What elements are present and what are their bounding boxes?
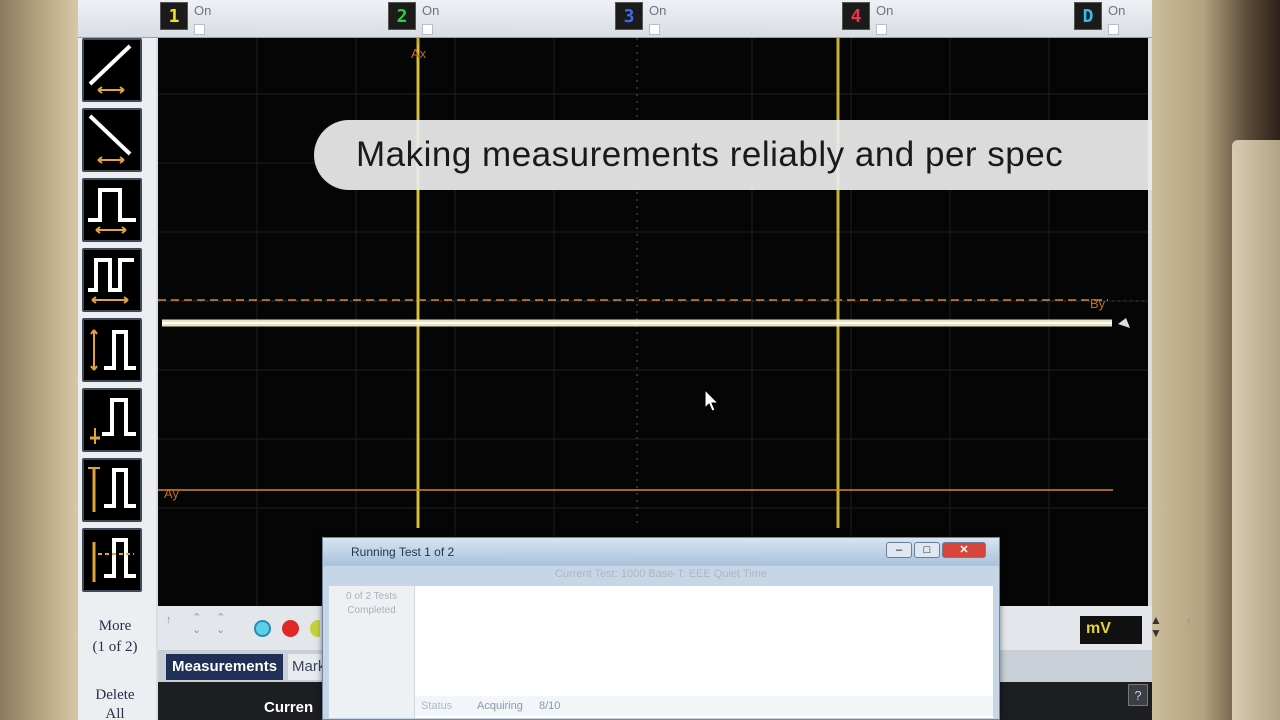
overshoot-tool-icon [92, 538, 136, 582]
voltage-spinner-icon[interactable]: ▲ ▼ [1150, 614, 1162, 640]
channel-1-badge[interactable]: 1 [160, 2, 188, 30]
delete-all-label-line1: Delete [95, 687, 135, 703]
help-button[interactable]: ? [1128, 684, 1148, 706]
run-button[interactable] [254, 620, 271, 637]
channel-4-on-checkbox[interactable] [876, 24, 887, 35]
caption-text: Making measurements reliably and per spe… [356, 135, 1064, 174]
channel-3-on-checkbox[interactable] [649, 24, 660, 35]
status-label: Status [421, 700, 453, 712]
dialog-title: Running Test 1 of 2 [351, 545, 455, 559]
trigger-level-icon[interactable] [1118, 318, 1130, 328]
voltage-scale-field[interactable]: mV [1080, 616, 1142, 644]
digital-channel-on-label: On [1108, 3, 1126, 18]
more-tools-page: (1 of 2) [92, 639, 138, 655]
more-tools-label: More [98, 618, 132, 634]
pulse-width-tool-button[interactable] [82, 178, 142, 242]
tests-completed-label: Completed [347, 605, 396, 616]
dialog-title-bar[interactable]: Running Test 1 of 2 – □ ✕ [323, 538, 999, 566]
top-level-tool-icon [88, 467, 136, 512]
mouse-pointer-icon [704, 389, 720, 412]
falling-edge-tool-icon [88, 114, 132, 164]
tab-measurements[interactable]: Measurements [166, 654, 284, 680]
digital-channel-badge[interactable]: D [1074, 2, 1102, 30]
close-icon[interactable]: ✕ [942, 542, 986, 558]
horizontal-stepper-icon[interactable]: ⌃ ⌄ [216, 612, 225, 636]
channel-4-on-label: On [876, 3, 894, 18]
channel-1-on-label: On [194, 3, 212, 18]
minimize-icon[interactable]: – [886, 542, 912, 558]
vertical-stepper-icon[interactable]: ⌃ ⌄ [192, 612, 201, 636]
dialog-body: 0 of 2 Tests Completed Status Acquiring … [329, 586, 993, 718]
rising-edge-tool-button[interactable] [82, 38, 142, 102]
marker-ax-label: Ax [411, 46, 427, 61]
channel-2-badge[interactable]: 2 [388, 2, 416, 30]
amplitude-tool-icon [90, 329, 136, 371]
overshoot-tool-button[interactable] [82, 528, 142, 592]
marker-ay-label: Ay [164, 486, 179, 501]
pulse-width-tool-icon [88, 188, 136, 234]
panel-up-arrow-icon[interactable]: ↑ [1186, 616, 1192, 628]
tests-completed-count: 0 of 2 Tests [346, 591, 397, 602]
period-tool-button[interactable] [82, 248, 142, 312]
marker-by-label: By [1090, 296, 1106, 311]
monitor-bezel-left [0, 0, 78, 720]
channel-2-on-label: On [422, 3, 440, 18]
rising-edge-tool-icon [88, 44, 132, 94]
channel-3-badge[interactable]: 3 [615, 2, 643, 30]
digital-channel-control[interactable]: D On [1074, 2, 1125, 35]
channel-2-on-checkbox[interactable] [422, 24, 433, 35]
running-test-dialog: Running Test 1 of 2 – □ ✕ Current Test: … [322, 537, 1000, 720]
current-column-header: Curren [264, 699, 314, 716]
channel-1-on-checkbox[interactable] [194, 24, 205, 35]
measurement-tool-palette: More (1 of 2) Delete All [78, 38, 156, 720]
falling-edge-tool-button[interactable] [82, 108, 142, 172]
digital-channel-on-checkbox[interactable] [1108, 24, 1119, 35]
channel-3-on-label: On [649, 3, 667, 18]
single-button[interactable] [310, 620, 320, 637]
top-level-tool-button[interactable] [82, 458, 142, 522]
channel-1-control[interactable]: 1 On [160, 2, 211, 35]
channel-4-control[interactable]: 4 On [842, 2, 893, 35]
period-tool-icon [88, 258, 134, 304]
delete-all-label-line2: All [105, 706, 125, 720]
more-tools-button[interactable]: More (1 of 2) [82, 616, 148, 658]
scroll-up-arrow-icon[interactable]: ↑ [166, 614, 172, 626]
maximize-icon[interactable]: □ [914, 542, 940, 558]
acquisition-count: 8/10 [539, 700, 561, 712]
caption-banner: Making measurements reliably and per spe… [314, 120, 1152, 190]
channel-4-badge[interactable]: 4 [842, 2, 870, 30]
delete-all-button[interactable]: Delete All [82, 686, 148, 720]
base-level-tool-button[interactable] [82, 388, 142, 452]
tests-progress-panel: 0 of 2 Tests Completed [329, 586, 415, 718]
status-row: Status Acquiring 8/10 [415, 696, 993, 716]
stop-button[interactable] [282, 620, 299, 637]
channel-bar: 1 On 2 On 3 On 4 On D On [78, 0, 1152, 38]
status-value: Acquiring [477, 700, 523, 712]
adjacent-device [1232, 140, 1280, 720]
current-test-label: Current Test: 1000 Base-T: EEE Quiet Tim… [555, 568, 767, 580]
amplitude-tool-button[interactable] [82, 318, 142, 382]
channel-3-control[interactable]: 3 On [615, 2, 666, 35]
channel-2-control[interactable]: 2 On [388, 2, 439, 35]
base-level-tool-icon [90, 398, 136, 444]
